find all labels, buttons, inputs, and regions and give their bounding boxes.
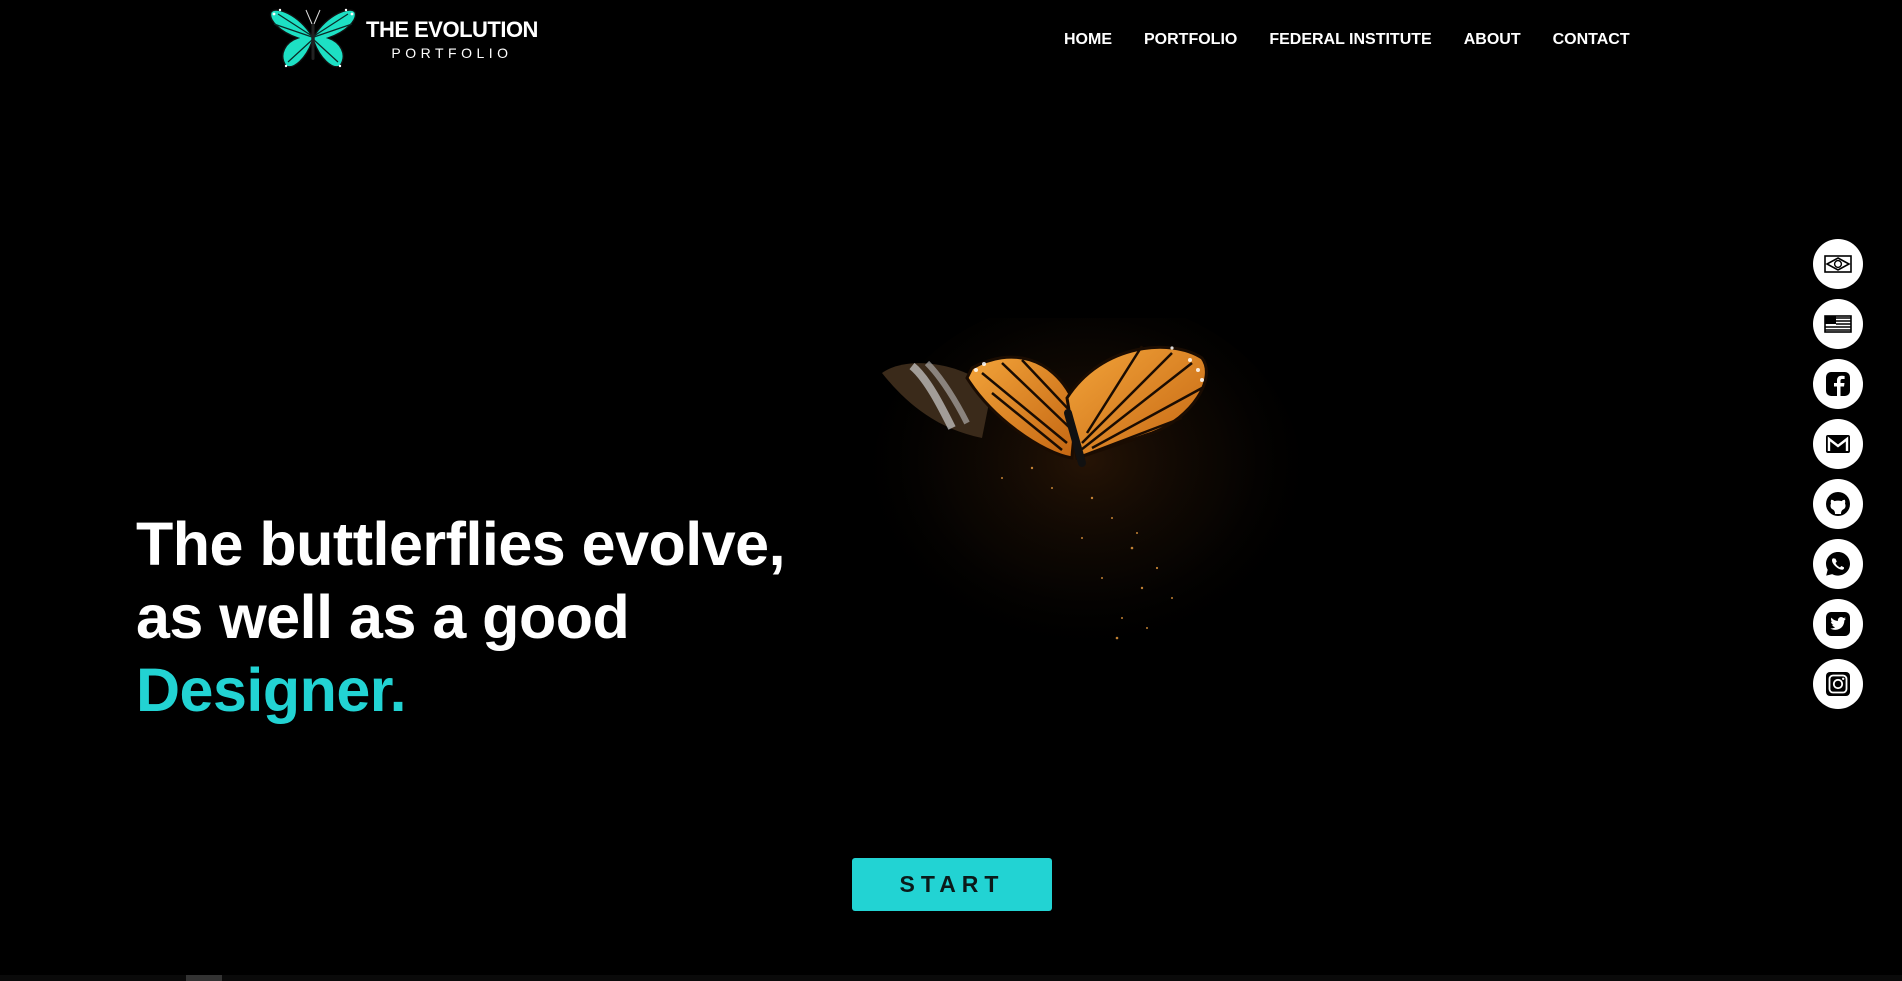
whatsapp-icon (1826, 552, 1850, 576)
twitter-link[interactable] (1813, 599, 1863, 649)
brand-title: THE EVOLUTION (366, 16, 538, 42)
brand-subtitle: PORTFOLIO (391, 44, 513, 61)
nav-about[interactable]: ABOUT (1464, 31, 1521, 49)
nav-home[interactable]: HOME (1064, 31, 1112, 49)
start-button[interactable]: START (852, 858, 1052, 911)
brand-text: THE EVOLUTION PORTFOLIO (366, 16, 538, 61)
usa-flag-icon (1824, 315, 1852, 333)
horizontal-scrollbar-track[interactable] (0, 975, 1902, 981)
language-portuguese-button[interactable] (1813, 239, 1863, 289)
nav-portfolio[interactable]: PORTFOLIO (1144, 31, 1237, 49)
facebook-icon (1826, 372, 1850, 396)
nav-contact[interactable]: CONTACT (1553, 31, 1630, 49)
monarch-butterfly-image (872, 318, 1302, 658)
twitter-icon (1826, 612, 1850, 636)
gmail-icon (1826, 435, 1850, 453)
gmail-link[interactable] (1813, 419, 1863, 469)
facebook-link[interactable] (1813, 359, 1863, 409)
instagram-icon (1826, 672, 1850, 696)
hero-accent-word: Designer. (136, 656, 407, 724)
main-nav: HOME PORTFOLIO FEDERAL INSTITUTE ABOUT C… (1064, 31, 1630, 49)
hero-line-1: The buttlerflies evolve, (136, 510, 786, 578)
nav-federal-institute[interactable]: FEDERAL INSTITUTE (1269, 31, 1431, 49)
hero-line-2: as well as a good (136, 583, 630, 651)
github-icon (1826, 492, 1850, 516)
horizontal-scrollbar-thumb[interactable] (186, 975, 222, 981)
hero-headline: The buttlerflies evolve, as well as a go… (136, 508, 786, 727)
whatsapp-link[interactable] (1813, 539, 1863, 589)
brazil-flag-icon (1824, 255, 1852, 273)
butterfly-logo-icon (269, 8, 357, 68)
brand-logo-link[interactable]: THE EVOLUTION PORTFOLIO (268, 6, 538, 72)
social-rail (1813, 239, 1863, 709)
page: THE EVOLUTION PORTFOLIO HOME PORTFOLIO F… (0, 0, 1902, 981)
language-english-button[interactable] (1813, 299, 1863, 349)
instagram-link[interactable] (1813, 659, 1863, 709)
github-link[interactable] (1813, 479, 1863, 529)
